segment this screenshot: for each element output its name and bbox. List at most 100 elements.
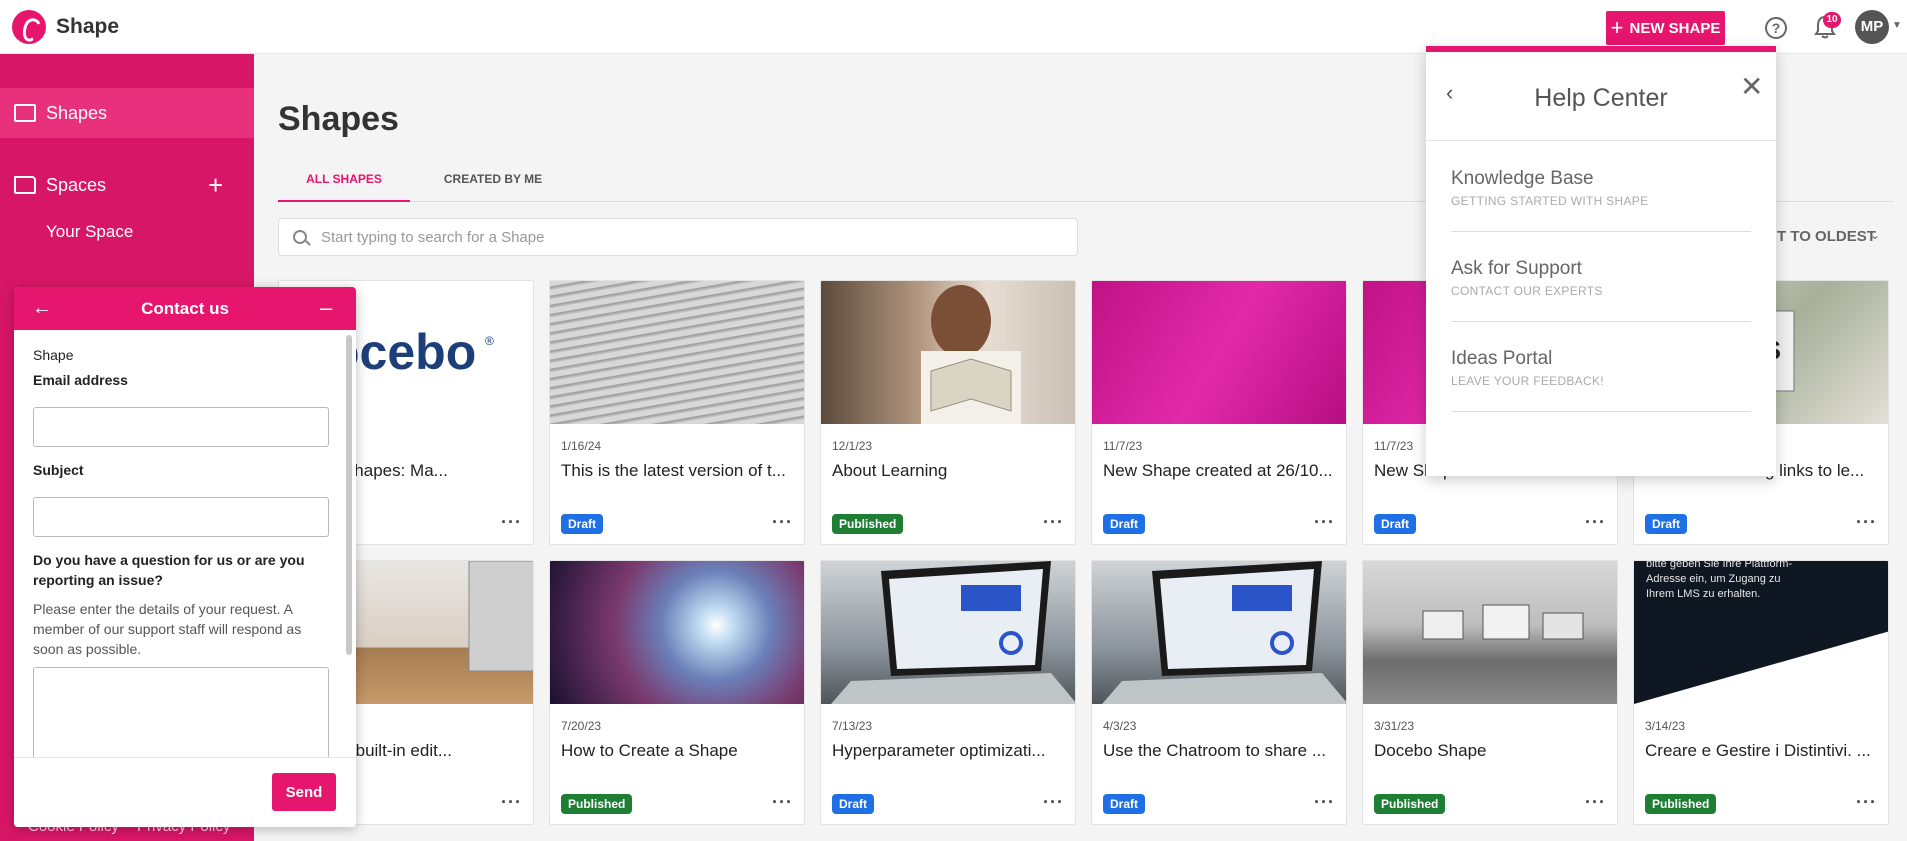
shape-logo-icon [12, 10, 46, 44]
sidebar-item-your-space[interactable]: Your Space [46, 222, 133, 242]
search-input[interactable] [321, 228, 1021, 246]
status-badge: Published [561, 794, 633, 814]
chevron-down-icon[interactable]: ▼ [1892, 20, 1902, 31]
card-title: This is the latest version of t... [561, 461, 786, 480]
book-image [921, 285, 1021, 424]
sidebar-item-label: Shapes [46, 102, 108, 123]
help-item-ideas-portal[interactable]: Ideas Portal LEAVE YOUR FEEDBACK! [1451, 322, 1751, 412]
send-button[interactable]: Send [272, 773, 336, 811]
help-item-subtitle: GETTING STARTED WITH SHAPE [1451, 194, 1649, 208]
more-options-icon[interactable]: ··· [772, 513, 793, 531]
contact-footer: Send [14, 757, 356, 827]
contact-widget: ← Contact us – Shape Email address Subje… [14, 287, 356, 827]
help-center-title: Help Center [1534, 84, 1668, 112]
minimize-icon[interactable]: – [320, 295, 332, 321]
description-textarea[interactable] [33, 667, 329, 767]
more-options-icon[interactable]: ··· [1043, 793, 1064, 811]
sidebar-item-label: Spaces [46, 174, 107, 195]
card-date: 4/3/23 [1103, 719, 1137, 733]
more-options-icon[interactable]: ··· [772, 793, 793, 811]
status-badge: Draft [1103, 794, 1146, 814]
status-badge: Draft [1645, 514, 1688, 534]
card-title: Creare e Gestire i Distintivi. ... [1645, 741, 1871, 760]
search-icon [293, 230, 307, 244]
shape-card[interactable]: 4/3/23 Use the Chatroom to share ... Dra… [1091, 560, 1347, 825]
brand-name: Shape [56, 15, 120, 38]
help-item-subtitle: LEAVE YOUR FEEDBACK! [1451, 374, 1604, 388]
more-options-icon[interactable]: ··· [1585, 793, 1606, 811]
card-image: bitte geben Sie Ihre Plattform-Adresse e… [1634, 560, 1888, 704]
more-options-icon[interactable]: ··· [1043, 513, 1064, 531]
more-options-icon[interactable]: ··· [1585, 513, 1606, 531]
laptop-image [1102, 561, 1346, 704]
folder-icon [14, 176, 36, 194]
chevron-down-icon[interactable]: ⌄ [1870, 228, 1880, 242]
status-badge: Published [832, 514, 904, 534]
add-space-icon[interactable]: + [208, 170, 223, 201]
card-title: Docebo Shape [1374, 741, 1487, 760]
subject-field[interactable] [33, 497, 329, 537]
card-image [1092, 561, 1346, 704]
page-title: Shapes [278, 100, 399, 138]
card-title: New Shape created at 26/10... [1103, 461, 1333, 480]
card-date: 11/7/23 [1374, 439, 1414, 453]
card-title: How to Create a Shape [561, 741, 738, 760]
email-field[interactable] [33, 407, 329, 447]
card-image [821, 281, 1075, 424]
more-options-icon[interactable]: ··· [1314, 793, 1335, 811]
more-options-icon[interactable]: ··· [1856, 513, 1877, 531]
tab-created-by-me[interactable]: CREATED BY ME [438, 164, 548, 202]
shape-card[interactable]: 7/20/23 How to Create a Shape Published … [549, 560, 805, 825]
card-title: About Learning [832, 461, 948, 480]
brand[interactable]: Shape [12, 10, 119, 44]
card-image [821, 561, 1075, 704]
new-shape-button[interactable]: + NEW SHAPE [1606, 11, 1725, 45]
help-item-subtitle: CONTACT OUR EXPERTS [1451, 284, 1603, 298]
svg-text:®: ® [485, 334, 494, 348]
subject-label: Subject [33, 462, 84, 478]
more-options-icon[interactable]: ··· [501, 513, 522, 531]
card-overlay-text: bitte geben Sie Ihre Plattform-Adresse e… [1646, 560, 1793, 600]
contact-header: ← Contact us – [14, 287, 356, 330]
notification-badge: 10 [1823, 12, 1841, 28]
scrollbar[interactable] [346, 335, 352, 655]
close-icon[interactable]: ✕ [1740, 70, 1763, 103]
help-item-title: Ask for Support [1451, 258, 1582, 279]
sidebar-item-shapes[interactable]: Shapes [0, 88, 254, 138]
status-badge: Published [1645, 794, 1717, 814]
search-bar [278, 218, 1078, 256]
more-options-icon[interactable]: ··· [501, 793, 522, 811]
help-circle-icon[interactable]: ? [1765, 17, 1787, 39]
shape-card[interactable]: bitte geben Sie Ihre Plattform-Adresse e… [1633, 560, 1889, 825]
tab-all-shapes[interactable]: ALL SHAPES [278, 164, 410, 202]
shape-card[interactable]: 12/1/23 About Learning Published ··· [820, 280, 1076, 545]
shape-card[interactable]: 3/31/23 Docebo Shape Published ··· [1362, 560, 1618, 825]
more-options-icon[interactable]: ··· [1856, 793, 1877, 811]
status-badge: Draft [832, 794, 875, 814]
sort-dropdown[interactable]: T TO OLDEST [1777, 228, 1876, 245]
card-title: Hyperparameter optimizati... [832, 741, 1046, 760]
new-shape-label: NEW SHAPE [1629, 19, 1721, 37]
email-label: Email address [33, 372, 128, 388]
question-label: Do you have a question for us or are you… [33, 552, 305, 588]
card-image [1363, 561, 1617, 704]
card-date: 1/16/24 [561, 439, 602, 453]
shape-card[interactable]: 11/7/23 New Shape created at 26/10... Dr… [1091, 280, 1347, 545]
help-item-title: Ideas Portal [1451, 348, 1553, 369]
status-badge: Published [1374, 794, 1446, 814]
contact-org: Shape [33, 347, 74, 363]
more-options-icon[interactable]: ··· [1314, 513, 1335, 531]
help-center-panel: ‹ Help Center ✕ Knowledge Base GETTING S… [1426, 46, 1776, 476]
shape-card[interactable]: 7/13/23 Hyperparameter optimizati... Dra… [820, 560, 1076, 825]
card-date: 3/14/23 [1645, 719, 1686, 733]
card-date: 3/31/23 [1374, 719, 1415, 733]
card-date: 7/20/23 [561, 719, 602, 733]
question-description: Please enter the details of your request… [33, 601, 302, 657]
help-item-ask-support[interactable]: Ask for Support CONTACT OUR EXPERTS [1451, 232, 1751, 322]
status-badge: Draft [1103, 514, 1146, 534]
laptop-image [831, 561, 1075, 704]
help-item-knowledge-base[interactable]: Knowledge Base GETTING STARTED WITH SHAP… [1451, 142, 1751, 232]
shape-card[interactable]: 1/16/24 This is the latest version of t.… [549, 280, 805, 545]
avatar[interactable]: MP [1855, 10, 1889, 44]
card-image [550, 281, 804, 424]
